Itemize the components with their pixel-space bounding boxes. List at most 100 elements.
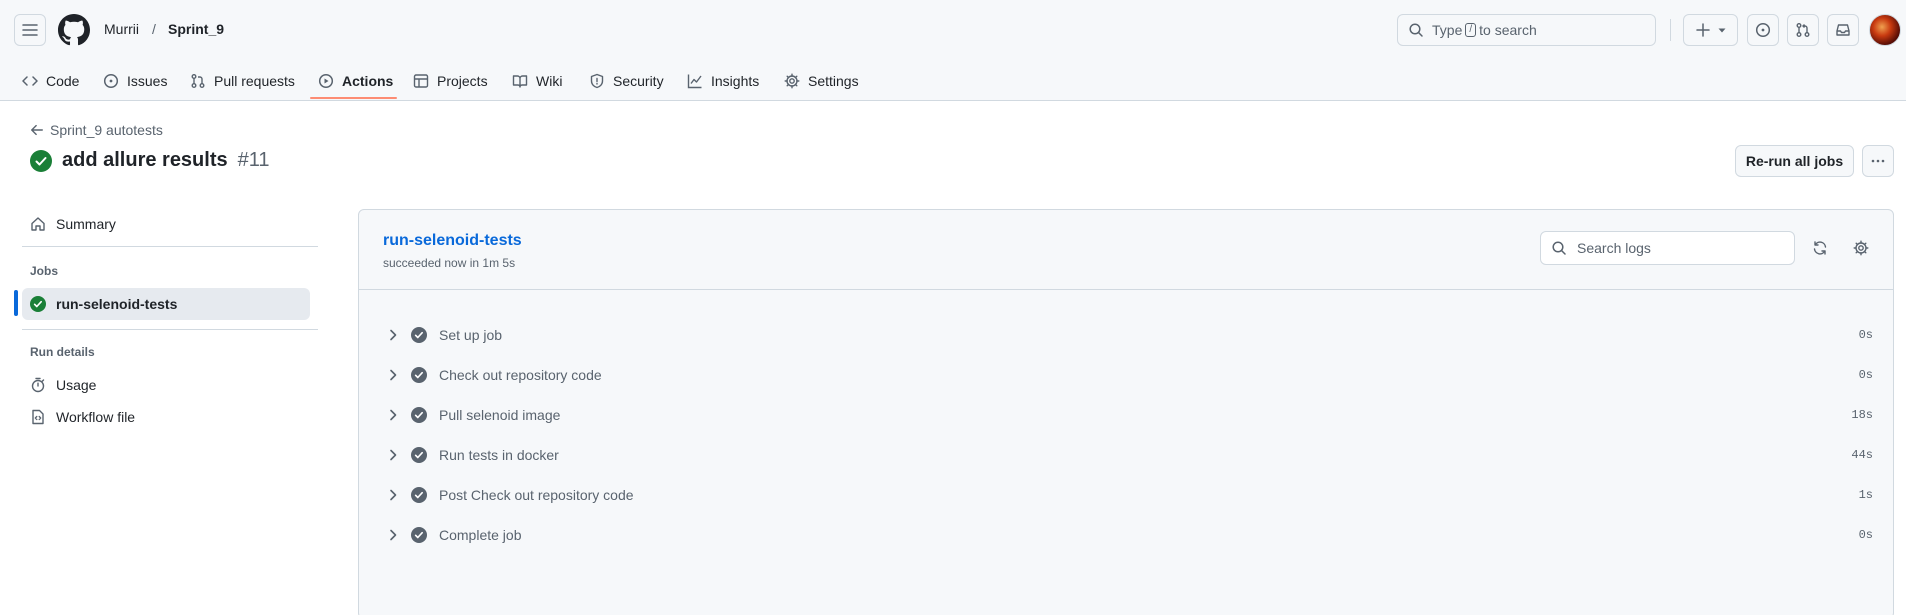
header-divider	[1670, 19, 1671, 41]
step-duration: 0s	[1858, 368, 1873, 382]
table-icon	[413, 73, 429, 88]
your-pull-requests-button[interactable]	[1787, 14, 1819, 46]
step-label: Check out repository code	[439, 367, 602, 383]
tab-wiki-label: Wiki	[536, 72, 563, 89]
check-circle-fill-icon	[30, 296, 46, 312]
top-bar: Murrii / Sprint_9 Type / to search	[0, 0, 1906, 60]
sidebar-item-workflow-file[interactable]: Workflow file	[22, 401, 310, 433]
tab-issues-label: Issues	[127, 72, 168, 89]
hamburger-icon	[22, 24, 38, 36]
kebab-horizontal-icon	[1871, 159, 1885, 163]
chevron-right-icon	[390, 489, 397, 501]
plus-icon	[1695, 23, 1710, 37]
tab-insights-label: Insights	[711, 72, 760, 89]
tab-issues[interactable]: Issues	[103, 60, 167, 101]
tab-settings[interactable]: Settings	[784, 60, 859, 101]
step-row[interactable]: Run tests in docker 44s	[383, 435, 1873, 475]
gear-icon	[1853, 240, 1869, 256]
sidebar-usage-label: Usage	[56, 377, 97, 393]
step-duration: 18s	[1851, 408, 1873, 422]
tab-settings-label: Settings	[808, 72, 859, 89]
job-log-panel: run-selenoid-tests succeeded now in 1m 5…	[358, 209, 1894, 615]
job-log-header: run-selenoid-tests succeeded now in 1m 5…	[359, 210, 1893, 290]
step-label: Run tests in docker	[439, 447, 559, 463]
stopwatch-icon	[31, 377, 45, 393]
step-label: Pull selenoid image	[439, 407, 561, 423]
search-text-after: to search	[1479, 22, 1537, 38]
code-icon	[22, 75, 38, 86]
create-new-button[interactable]	[1683, 14, 1738, 46]
check-circle-fill-icon	[411, 447, 427, 463]
shield-icon	[590, 73, 604, 88]
book-icon	[512, 74, 528, 88]
tab-security-label: Security	[613, 72, 664, 89]
step-label: Set up job	[439, 327, 503, 343]
rerun-all-jobs-button[interactable]: Re-run all jobs	[1735, 145, 1854, 177]
tab-code-label: Code	[46, 72, 80, 89]
tab-pull-requests-label: Pull requests	[214, 72, 295, 89]
arrow-left-icon	[31, 124, 43, 136]
graph-icon	[687, 74, 702, 88]
step-duration: 1s	[1858, 488, 1873, 502]
pull-request-icon	[1796, 23, 1810, 37]
search-icon	[1409, 23, 1423, 37]
issue-icon	[103, 73, 119, 88]
home-icon	[31, 217, 45, 231]
refresh-logs-button[interactable]	[1806, 234, 1834, 262]
sidebar-item-summary[interactable]: Summary	[22, 208, 310, 240]
search-shortcut-key: /	[1465, 23, 1477, 37]
tab-projects-label: Projects	[437, 72, 488, 89]
step-duration: 0s	[1858, 328, 1873, 342]
tab-projects[interactable]: Projects	[413, 60, 488, 101]
play-icon	[318, 73, 334, 88]
step-row[interactable]: Set up job 0s	[383, 315, 1873, 355]
your-issues-button[interactable]	[1747, 14, 1779, 46]
sidebar-item-job[interactable]: run-selenoid-tests	[22, 288, 310, 320]
tab-wiki[interactable]: Wiki	[512, 60, 562, 101]
tab-security[interactable]: Security	[589, 60, 664, 101]
step-label: Post Check out repository code	[439, 487, 634, 503]
github-logo-icon[interactable]	[58, 14, 90, 46]
sidebar-divider	[22, 329, 318, 330]
step-row[interactable]: Post Check out repository code 1s	[383, 475, 1873, 515]
tab-code[interactable]: Code	[22, 60, 79, 101]
check-circle-fill-icon	[411, 527, 427, 543]
chevron-right-icon	[390, 329, 397, 341]
step-row[interactable]: Check out repository code 0s	[383, 355, 1873, 395]
more-options-button[interactable]	[1862, 145, 1894, 177]
run-title: add allure results #11	[30, 149, 270, 172]
repo-nav-tabs: Code Issues Pull requests Actions Projec…	[0, 60, 900, 101]
step-row[interactable]: Complete job 0s	[383, 515, 1873, 555]
search-icon	[1552, 241, 1566, 255]
job-name-link[interactable]: run-selenoid-tests	[383, 232, 522, 250]
breadcrumb-owner[interactable]: Murrii	[104, 21, 139, 37]
step-duration: 44s	[1851, 448, 1873, 462]
user-avatar[interactable]	[1869, 14, 1901, 46]
menu-button[interactable]	[14, 14, 46, 46]
inbox-icon	[1836, 24, 1850, 36]
search-logs-input[interactable]: Search logs	[1540, 231, 1795, 265]
tab-actions[interactable]: Actions	[318, 60, 393, 101]
job-status-text: succeeded now in 1m 5s	[383, 256, 516, 270]
run-title-text: add allure results	[62, 149, 228, 171]
sidebar-divider	[22, 246, 318, 247]
file-code-icon	[32, 409, 44, 425]
step-row[interactable]: Pull selenoid image 18s	[383, 395, 1873, 435]
chevron-right-icon	[390, 369, 397, 381]
breadcrumb-repo[interactable]: Sprint_9	[168, 21, 224, 37]
sidebar-active-indicator	[14, 290, 18, 316]
step-duration: 0s	[1858, 528, 1873, 542]
sidebar-workflow-file-label: Workflow file	[56, 409, 136, 425]
triangle-down-icon	[1718, 28, 1725, 33]
sidebar-item-usage[interactable]: Usage	[22, 369, 310, 401]
chevron-right-icon	[390, 409, 397, 421]
tab-pull-requests[interactable]: Pull requests	[190, 60, 295, 101]
notifications-button[interactable]	[1827, 14, 1859, 46]
sidebar-run-details-heading: Run details	[30, 345, 95, 359]
back-to-workflow-link[interactable]: Sprint_9 autotests	[30, 122, 163, 138]
log-settings-button[interactable]	[1847, 234, 1875, 262]
chevron-right-icon	[390, 529, 397, 541]
tab-insights[interactable]: Insights	[687, 60, 759, 101]
sidebar-job-label: run-selenoid-tests	[56, 296, 178, 312]
global-search-input[interactable]: Type / to search	[1397, 14, 1656, 46]
